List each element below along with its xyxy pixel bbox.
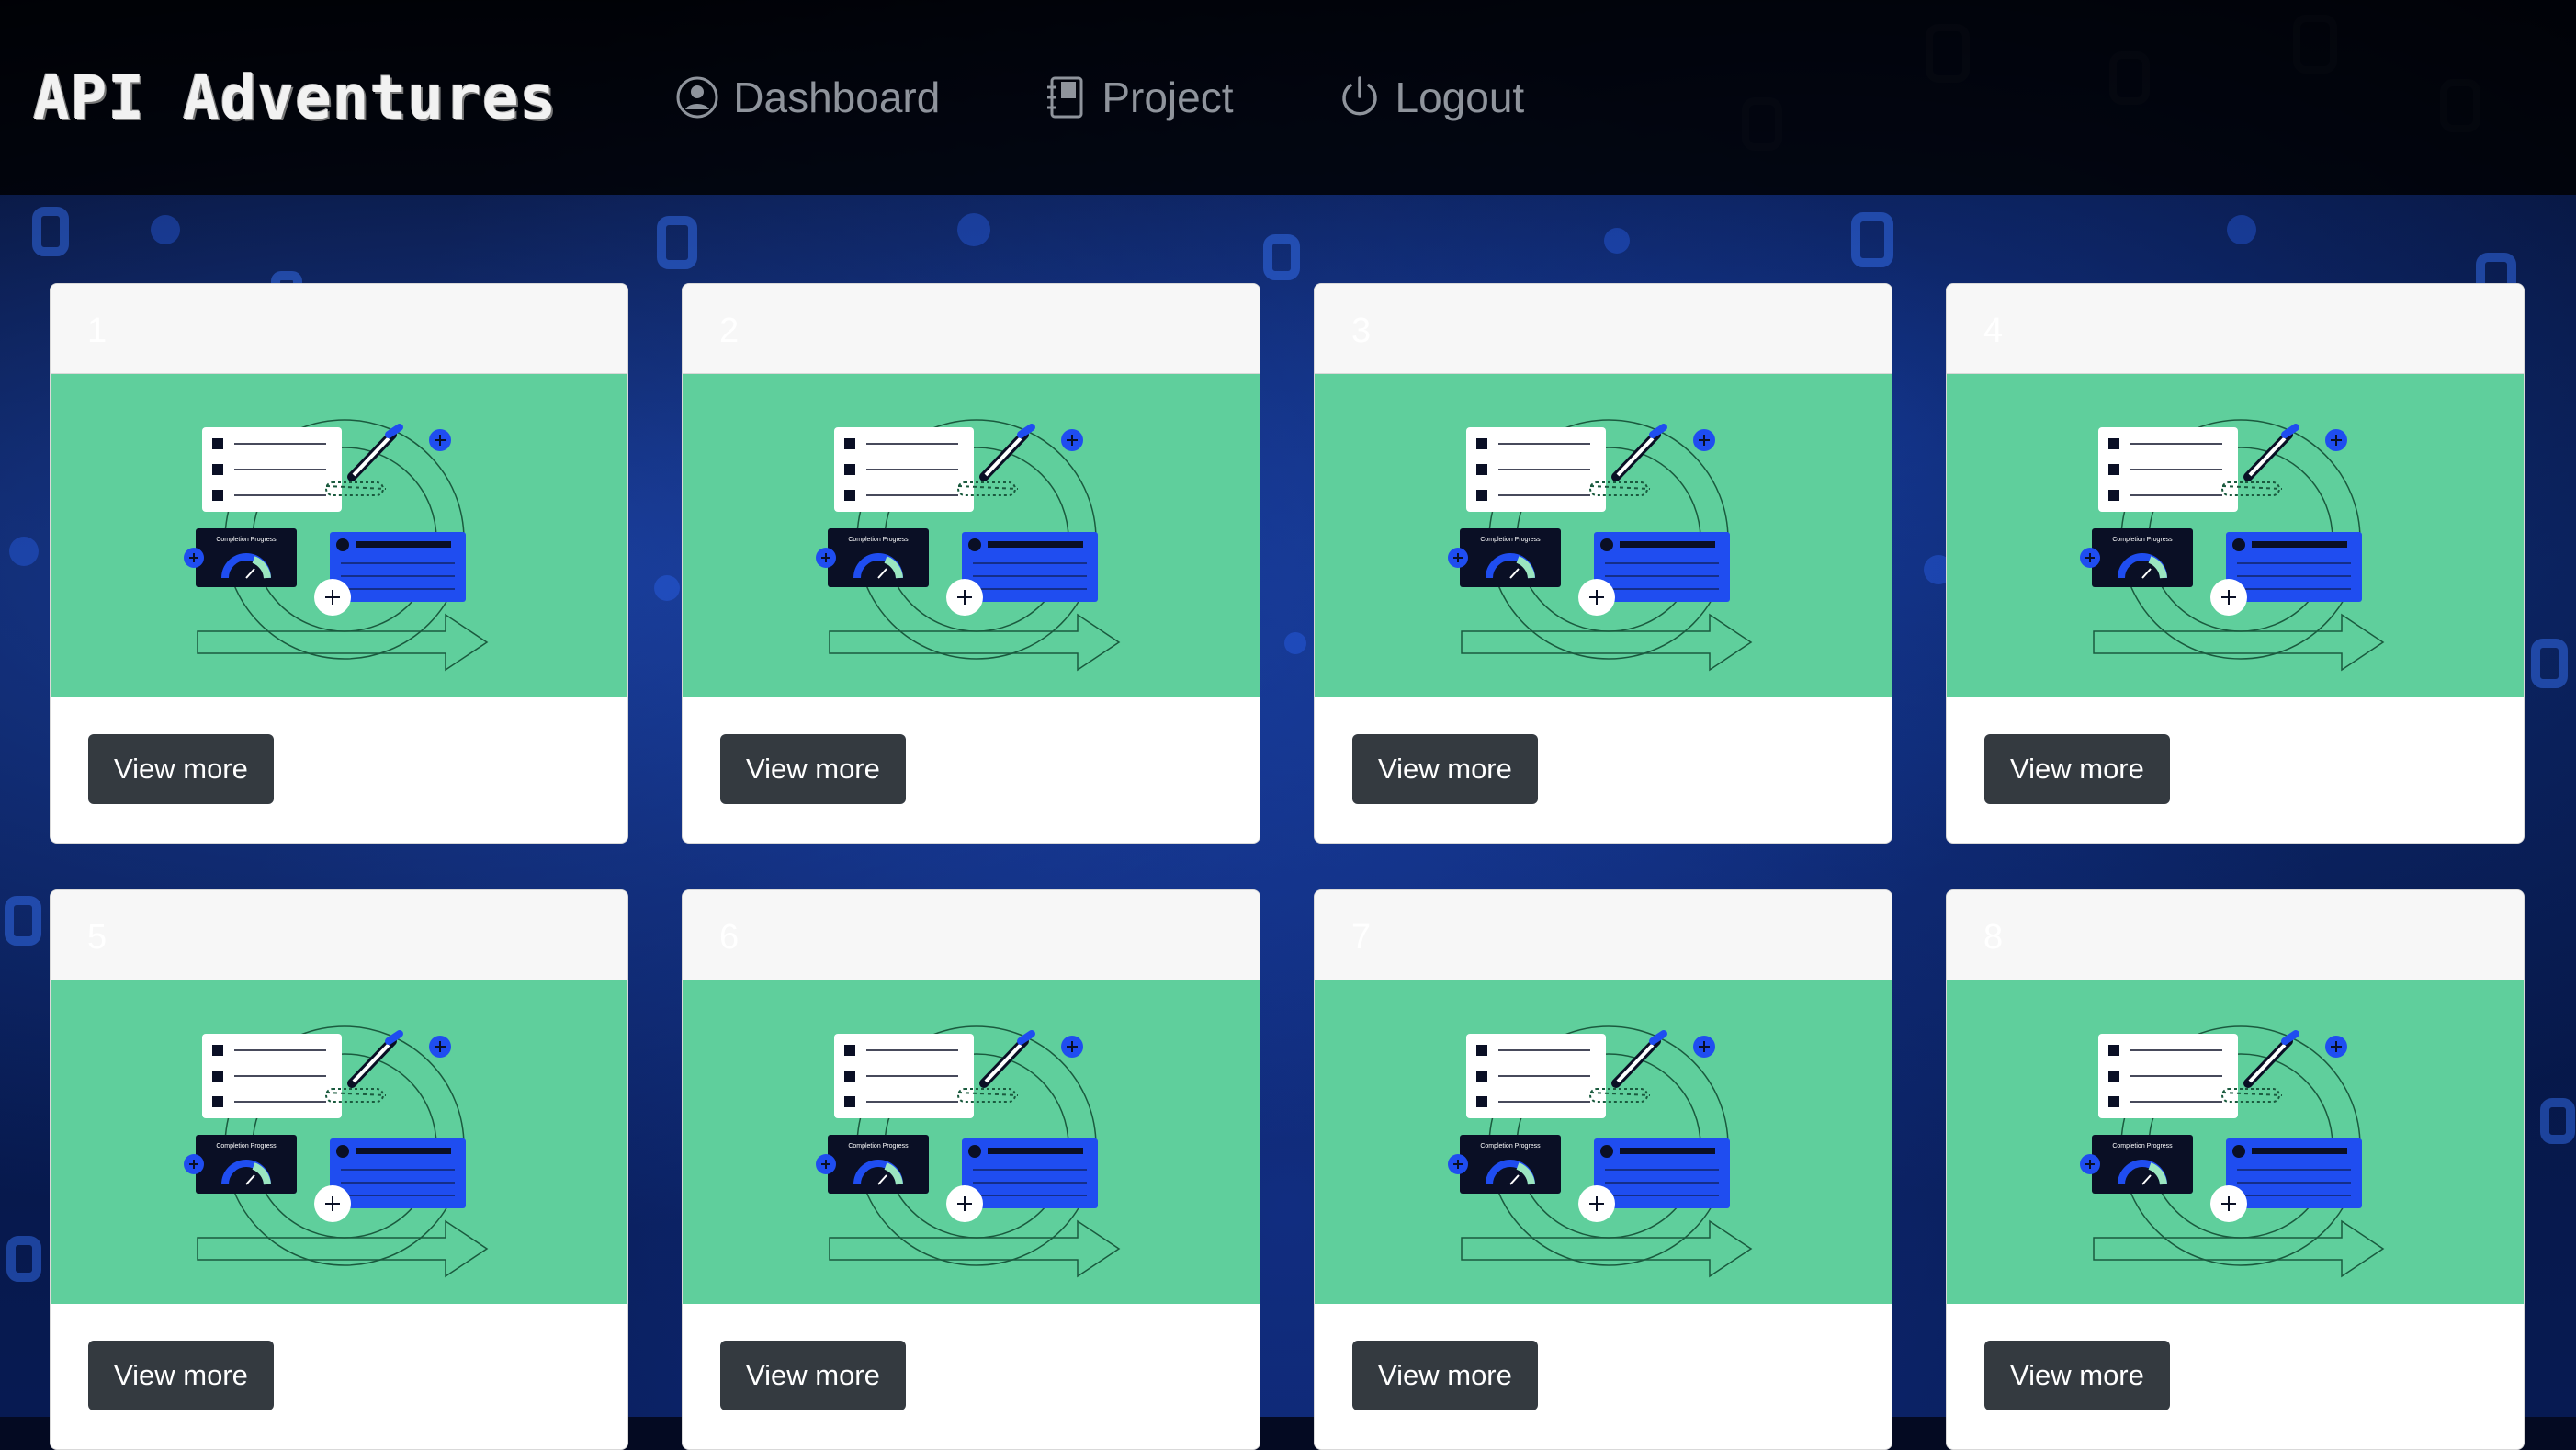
nav-project-link[interactable]: Project xyxy=(1043,73,1234,122)
card-image: Completion Progress xyxy=(1315,980,1892,1304)
view-more-button[interactable]: View more xyxy=(1352,1341,1538,1410)
power-icon xyxy=(1341,76,1377,116)
nav-logout-label: Logout xyxy=(1395,74,1525,121)
gauge-caption: Completion Progress xyxy=(1480,1143,1541,1150)
view-more-button[interactable]: View more xyxy=(88,734,274,804)
card-number: 5 xyxy=(51,890,627,980)
card-number: 4 xyxy=(1947,284,2524,374)
gauge-caption: Completion Progress xyxy=(2112,1143,2173,1150)
view-more-button[interactable]: View more xyxy=(720,1341,906,1410)
card-number: 6 xyxy=(683,890,1260,980)
view-more-button[interactable]: View more xyxy=(1984,734,2170,804)
nav-dashboard-label: Dashboard xyxy=(733,74,941,121)
project-card: 5 Completion Progress View more xyxy=(50,889,628,1450)
card-image: Completion Progress xyxy=(51,980,627,1304)
project-card: 6 Completion Progress View more xyxy=(682,889,1260,1450)
card-image: Completion Progress xyxy=(1315,374,1892,697)
project-card: 1 Completion Progress View more xyxy=(50,283,628,844)
card-number: 1 xyxy=(51,284,627,374)
nav-dashboard-link[interactable]: Dashboard xyxy=(674,73,940,122)
top-navbar: API Adventures Dashboard Project Logout xyxy=(0,0,2576,195)
gauge-caption: Completion Progress xyxy=(848,537,909,543)
gauge-caption: Completion Progress xyxy=(216,1143,277,1150)
view-more-button[interactable]: View more xyxy=(720,734,906,804)
card-image: Completion Progress xyxy=(683,980,1260,1304)
card-image: Completion Progress xyxy=(1947,374,2524,697)
brand-logo[interactable]: API Adventures xyxy=(33,62,557,133)
card-number: 8 xyxy=(1947,890,2524,980)
gauge-caption: Completion Progress xyxy=(2112,537,2173,543)
gauge-caption: Completion Progress xyxy=(216,537,277,543)
card-image: Completion Progress xyxy=(683,374,1260,697)
project-card: 8 Completion Progress View more xyxy=(1946,889,2525,1450)
card-illustration: Completion Progress xyxy=(2080,419,2385,672)
gauge-caption: Completion Progress xyxy=(848,1143,909,1150)
card-illustration: Completion Progress xyxy=(816,419,1121,672)
project-card: 7 Completion Progress View more xyxy=(1314,889,1892,1450)
card-illustration: Completion Progress xyxy=(184,1025,489,1278)
card-image: Completion Progress xyxy=(1947,980,2524,1304)
nav-logout-link[interactable]: Logout xyxy=(1337,73,1525,122)
journal-icon xyxy=(1047,76,1083,119)
card-number: 2 xyxy=(683,284,1260,374)
project-card: 4 Completion Progress View more xyxy=(1946,283,2525,844)
card-illustration: Completion Progress xyxy=(1448,1025,1753,1278)
project-card: 3 Completion Progress View more xyxy=(1314,283,1892,844)
view-more-button[interactable]: View more xyxy=(1984,1341,2170,1410)
card-illustration: Completion Progress xyxy=(184,419,489,672)
card-image: Completion Progress xyxy=(51,374,627,697)
gauge-caption: Completion Progress xyxy=(1480,537,1541,543)
card-number: 7 xyxy=(1315,890,1892,980)
project-card: 2 Completion Progress View more xyxy=(682,283,1260,844)
card-illustration: Completion Progress xyxy=(816,1025,1121,1278)
view-more-button[interactable]: View more xyxy=(1352,734,1538,804)
nav-project-label: Project xyxy=(1102,74,1234,121)
card-illustration: Completion Progress xyxy=(1448,419,1753,672)
view-more-button[interactable]: View more xyxy=(88,1341,274,1410)
card-number: 3 xyxy=(1315,284,1892,374)
user-circle-icon xyxy=(676,76,718,119)
card-illustration: Completion Progress xyxy=(2080,1025,2385,1278)
card-grid: 1 Completion Progress View more 2 Comple… xyxy=(50,283,2525,1450)
